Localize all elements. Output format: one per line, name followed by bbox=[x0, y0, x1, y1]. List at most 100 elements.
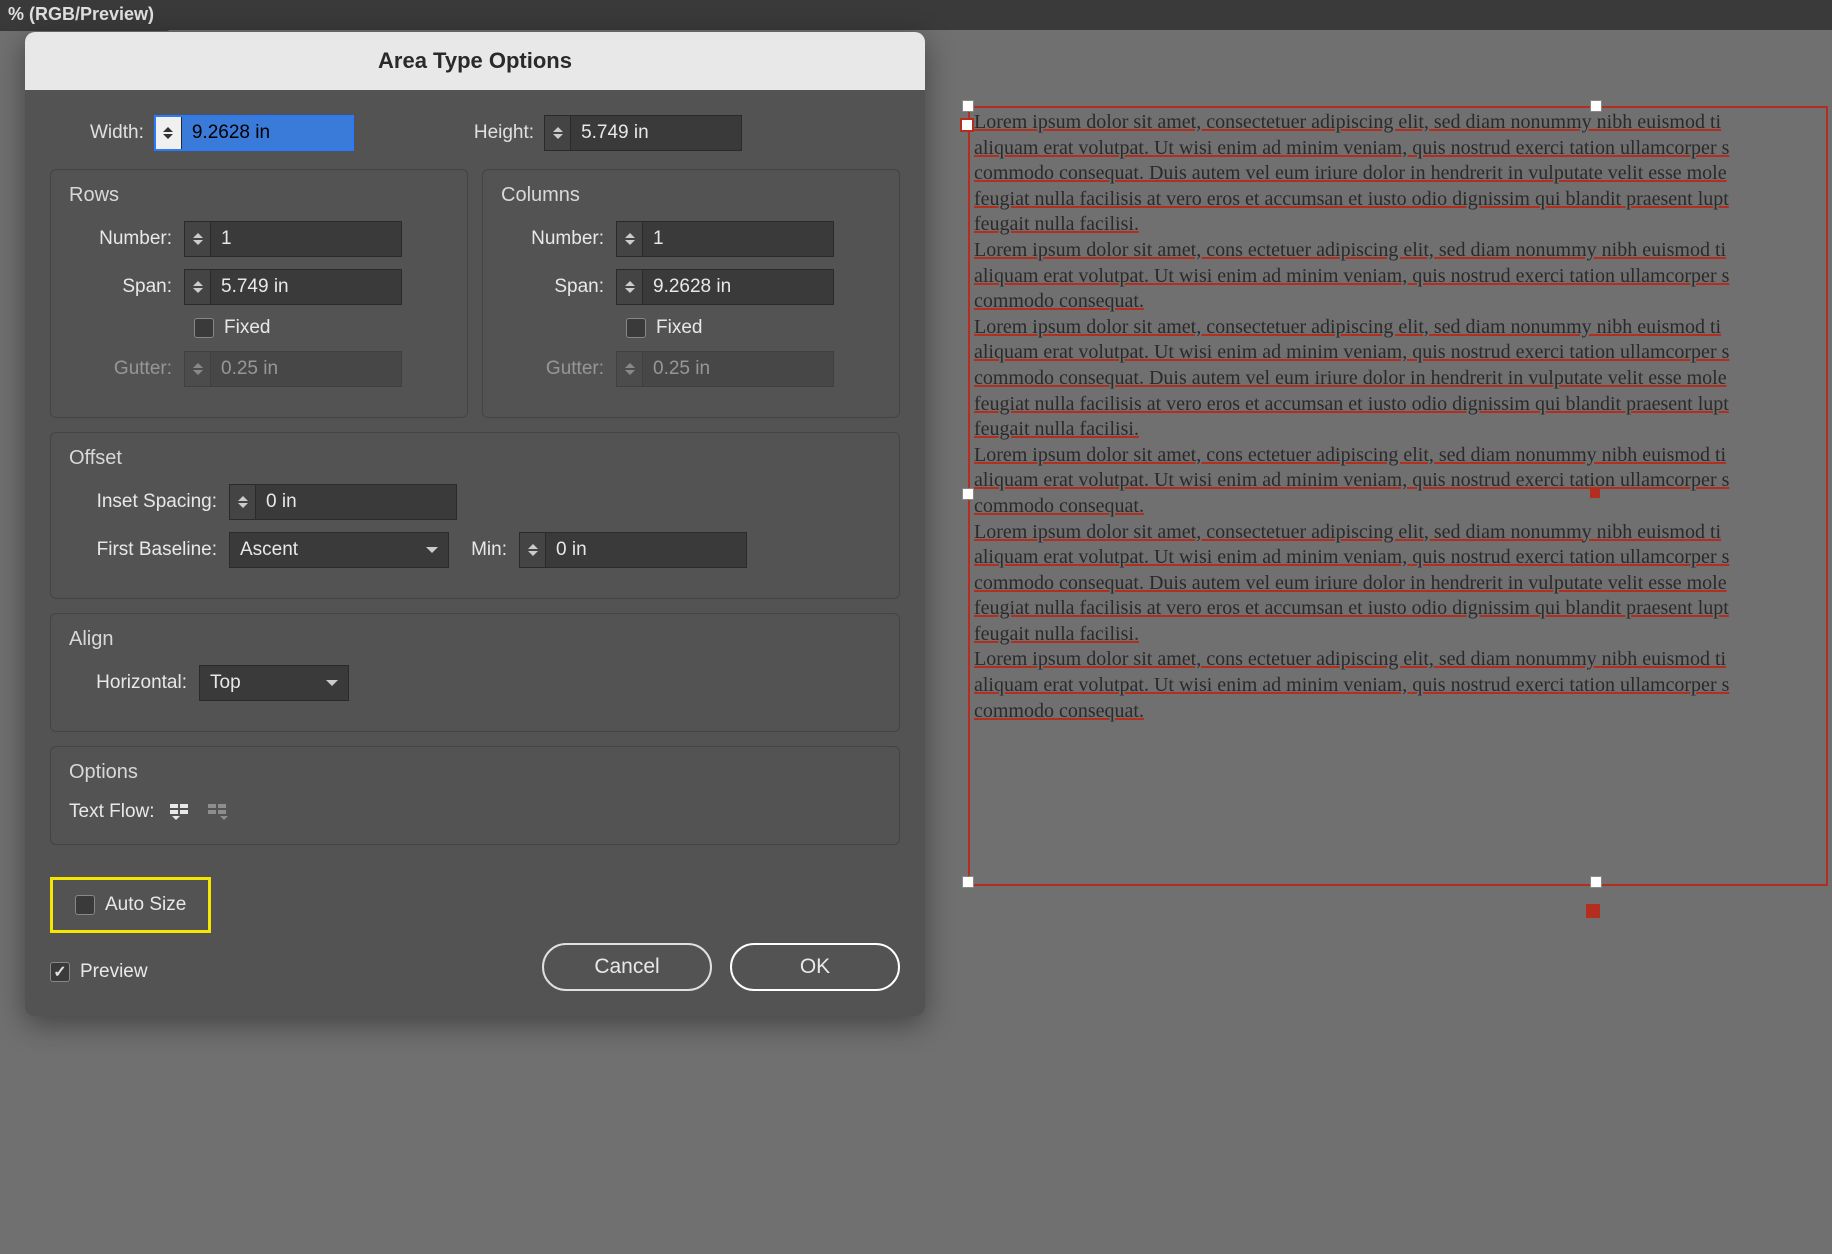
lorem-line: aliquam erat volutpat. Ut wisi enim ad m… bbox=[974, 545, 1826, 571]
horizontal-label: Horizontal: bbox=[69, 672, 199, 694]
lorem-line: aliquam erat volutpat. Ut wisi enim ad m… bbox=[974, 468, 1826, 494]
inset-spacing-input[interactable]: 0 in bbox=[229, 484, 457, 520]
stepper-arrows-icon[interactable] bbox=[520, 533, 546, 567]
stepper-arrows-icon[interactable] bbox=[230, 485, 256, 519]
frame-handle[interactable] bbox=[962, 876, 974, 888]
autosize-label: Auto Size bbox=[105, 894, 186, 916]
lorem-line: Lorem ipsum dolor sit amet, consectetuer… bbox=[974, 110, 1826, 136]
height-input[interactable]: 5.749 in bbox=[544, 115, 742, 151]
horizontal-select[interactable]: Top bbox=[199, 665, 349, 701]
min-value[interactable]: 0 in bbox=[546, 533, 746, 567]
width-value[interactable]: 9.2628 in bbox=[182, 117, 352, 149]
first-baseline-label: First Baseline: bbox=[69, 539, 229, 561]
first-baseline-select[interactable]: Ascent bbox=[229, 532, 449, 568]
textflow-rtl-icon[interactable] bbox=[203, 798, 231, 826]
rows-panel: Rows Number: 1 Span: 5.749 in bbox=[50, 169, 468, 418]
lorem-line: Lorem ipsum dolor sit amet, cons ectetue… bbox=[974, 238, 1826, 264]
columns-span-value[interactable]: 9.2628 in bbox=[643, 270, 833, 304]
options-title: Options bbox=[69, 761, 881, 784]
lorem-line: commodo consequat. Duis autem vel eum ir… bbox=[974, 366, 1826, 392]
stepper-arrows-icon[interactable] bbox=[617, 222, 643, 256]
text-overflow-icon[interactable] bbox=[1586, 904, 1600, 918]
columns-panel: Columns Number: 1 Span: 9.2628 in bbox=[482, 169, 900, 418]
columns-span-input[interactable]: 9.2628 in bbox=[616, 269, 834, 305]
text-in-port-icon[interactable] bbox=[960, 118, 974, 132]
stepper-arrows-icon[interactable] bbox=[185, 222, 211, 256]
rows-span-input[interactable]: 5.749 in bbox=[184, 269, 402, 305]
textflow-rtl-svg bbox=[206, 801, 228, 823]
lorem-line: feugait nulla facilisi. bbox=[974, 212, 1826, 238]
frame-handle[interactable] bbox=[962, 100, 974, 112]
textflow-ltr-svg bbox=[168, 801, 190, 823]
align-title: Align bbox=[69, 628, 881, 651]
rows-fixed-checkbox[interactable] bbox=[194, 318, 214, 338]
stepper-arrows-icon bbox=[617, 352, 643, 386]
frame-handle[interactable] bbox=[1590, 100, 1602, 112]
stepper-arrows-icon bbox=[185, 352, 211, 386]
columns-gutter-input: 0.25 in bbox=[616, 351, 834, 387]
lorem-line: aliquam erat volutpat. Ut wisi enim ad m… bbox=[974, 264, 1826, 290]
document-tab[interactable]: % (RGB/Preview) bbox=[0, 0, 172, 31]
lorem-line: aliquam erat volutpat. Ut wisi enim ad m… bbox=[974, 673, 1826, 699]
rows-number-label: Number: bbox=[69, 228, 184, 250]
lorem-line: feugait nulla facilisi. bbox=[974, 622, 1826, 648]
rows-gutter-input: 0.25 in bbox=[184, 351, 402, 387]
columns-fixed-checkbox[interactable] bbox=[626, 318, 646, 338]
lorem-line: commodo consequat. bbox=[974, 494, 1826, 520]
lorem-line: commodo consequat. bbox=[974, 289, 1826, 315]
chevron-down-icon bbox=[326, 680, 338, 686]
min-label: Min: bbox=[449, 539, 519, 561]
lorem-line: feugiat nulla facilisis at vero eros et … bbox=[974, 596, 1826, 622]
columns-span-label: Span: bbox=[501, 276, 616, 298]
stepper-arrows-icon[interactable] bbox=[185, 270, 211, 304]
width-input[interactable]: 9.2628 in bbox=[154, 115, 354, 151]
frame-handle[interactable] bbox=[1590, 876, 1602, 888]
lorem-line: feugiat nulla facilisis at vero eros et … bbox=[974, 392, 1826, 418]
preview-checkbox[interactable] bbox=[50, 962, 70, 982]
lorem-line: aliquam erat volutpat. Ut wisi enim ad m… bbox=[974, 136, 1826, 162]
autosize-checkbox[interactable] bbox=[75, 895, 95, 915]
text-frame[interactable]: Lorem ipsum dolor sit amet, consectetuer… bbox=[968, 106, 1828, 886]
center-anchor-icon[interactable] bbox=[1590, 488, 1600, 498]
lorem-line: commodo consequat. Duis autem vel eum ir… bbox=[974, 161, 1826, 187]
columns-number-input[interactable]: 1 bbox=[616, 221, 834, 257]
area-type-options-dialog: Area Type Options Width: 9.2628 in Heigh… bbox=[25, 32, 925, 1016]
rows-span-value[interactable]: 5.749 in bbox=[211, 270, 401, 304]
columns-number-label: Number: bbox=[501, 228, 616, 250]
textflow-label: Text Flow: bbox=[69, 801, 155, 823]
lorem-line: feugait nulla facilisi. bbox=[974, 417, 1826, 443]
columns-fixed-label: Fixed bbox=[656, 317, 702, 339]
lorem-line: Lorem ipsum dolor sit amet, consectetuer… bbox=[974, 315, 1826, 341]
height-label: Height: bbox=[474, 122, 534, 144]
frame-handle[interactable] bbox=[962, 488, 974, 500]
height-value[interactable]: 5.749 in bbox=[571, 116, 741, 150]
stepper-arrows-icon[interactable] bbox=[545, 116, 571, 150]
textflow-ltr-icon[interactable] bbox=[165, 798, 193, 826]
columns-number-value[interactable]: 1 bbox=[643, 222, 833, 256]
preview-label: Preview bbox=[80, 961, 148, 983]
columns-title: Columns bbox=[501, 184, 881, 207]
offset-panel: Offset Inset Spacing: 0 in First Baselin… bbox=[50, 432, 900, 599]
lorem-line: Lorem ipsum dolor sit amet, cons ectetue… bbox=[974, 647, 1826, 673]
width-label: Width: bbox=[90, 122, 144, 144]
options-panel: Options Text Flow: bbox=[50, 746, 900, 845]
dialog-title: Area Type Options bbox=[25, 32, 925, 90]
stepper-arrows-icon[interactable] bbox=[156, 117, 182, 149]
rows-gutter-value: 0.25 in bbox=[211, 352, 401, 386]
min-input[interactable]: 0 in bbox=[519, 532, 747, 568]
inset-spacing-value[interactable]: 0 in bbox=[256, 485, 456, 519]
rows-gutter-label: Gutter: bbox=[69, 358, 184, 380]
lorem-line: commodo consequat. Duis autem vel eum ir… bbox=[974, 571, 1826, 597]
inset-spacing-label: Inset Spacing: bbox=[69, 491, 229, 513]
lorem-line: commodo consequat. bbox=[974, 699, 1826, 725]
stepper-arrows-icon[interactable] bbox=[617, 270, 643, 304]
rows-number-value[interactable]: 1 bbox=[211, 222, 401, 256]
cancel-button[interactable]: Cancel bbox=[542, 943, 712, 991]
ok-button[interactable]: OK bbox=[730, 943, 900, 991]
first-baseline-value: Ascent bbox=[240, 539, 298, 561]
offset-title: Offset bbox=[69, 447, 881, 470]
rows-title: Rows bbox=[69, 184, 449, 207]
rows-fixed-label: Fixed bbox=[224, 317, 270, 339]
rows-number-input[interactable]: 1 bbox=[184, 221, 402, 257]
chevron-down-icon bbox=[426, 547, 438, 553]
